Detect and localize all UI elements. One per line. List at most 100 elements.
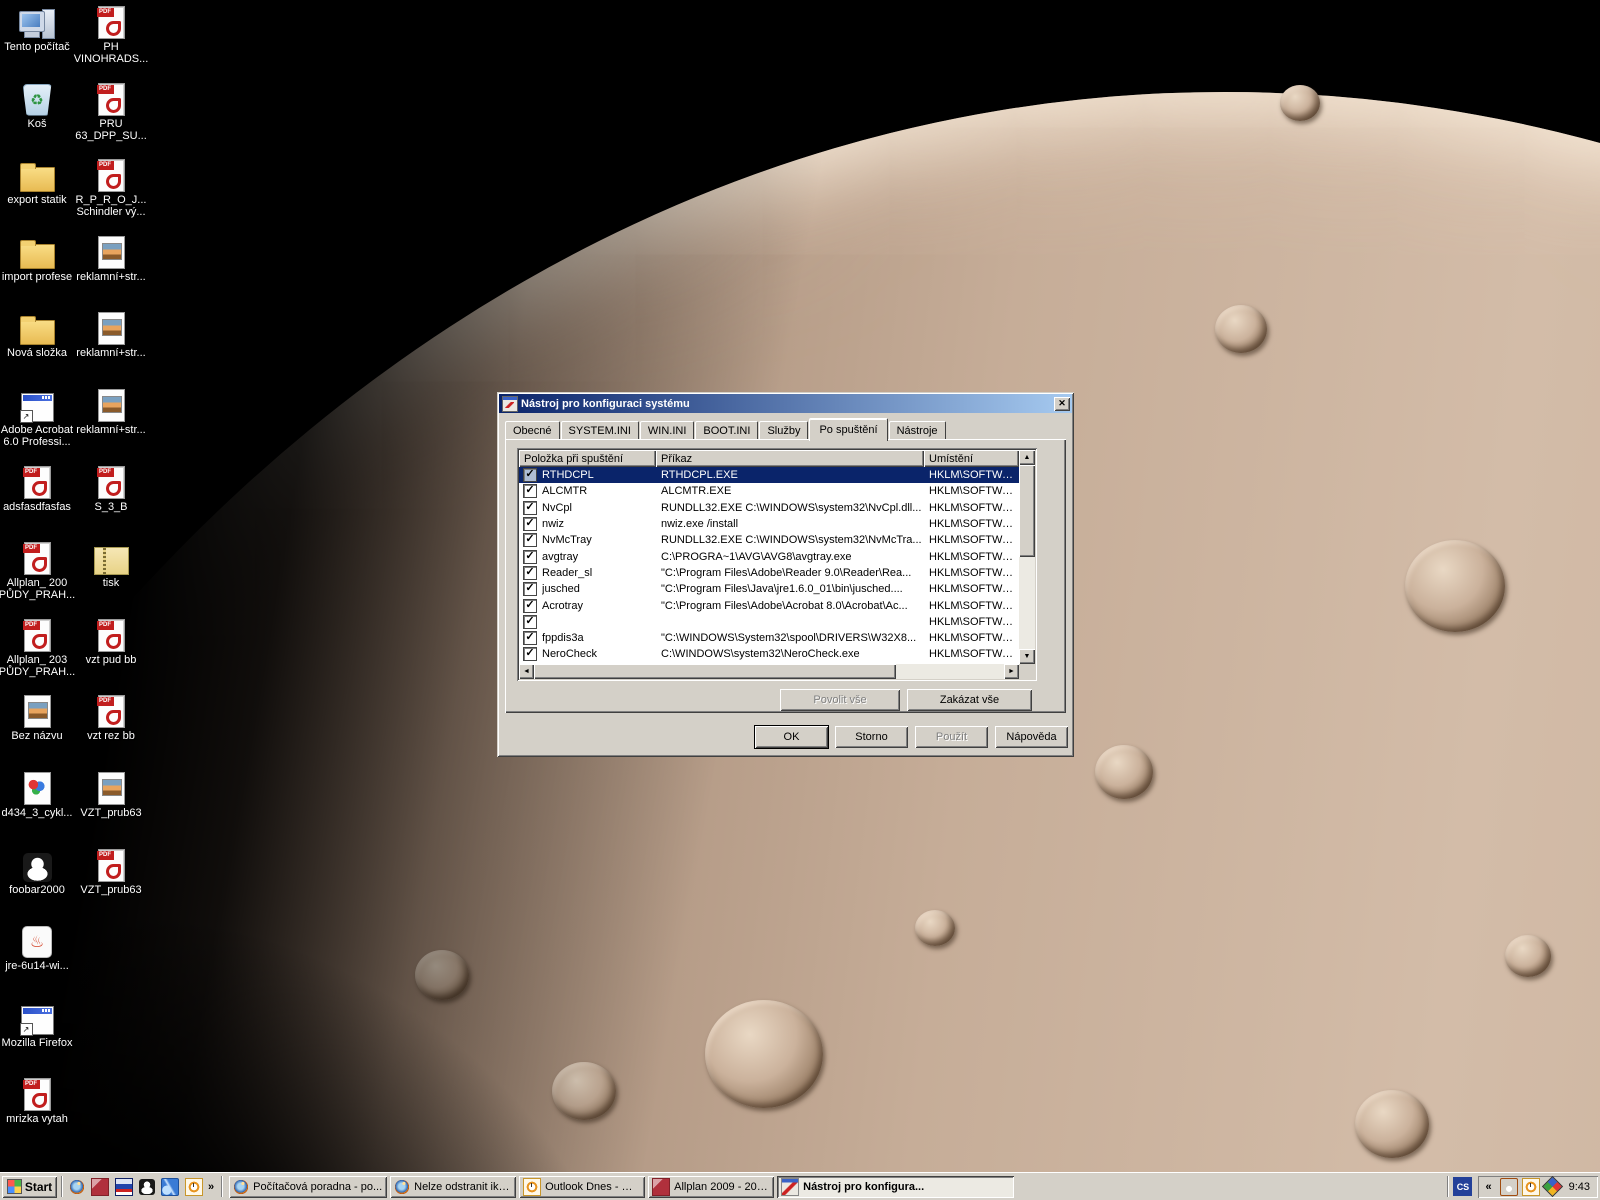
desktop-icon[interactable]: reklamní+str... bbox=[74, 309, 148, 381]
tab-Nástroje[interactable]: Nástroje bbox=[888, 421, 946, 440]
horizontal-scroll-thumb[interactable] bbox=[534, 664, 896, 679]
outlook-icon[interactable] bbox=[185, 1177, 203, 1196]
desktop-icon[interactable]: ↗ Mozilla Firefox bbox=[0, 999, 74, 1071]
desktop-icon[interactable]: export statik bbox=[0, 156, 74, 228]
desktop-icon[interactable]: Nová složka bbox=[0, 309, 74, 381]
horizontal-scroll-track[interactable] bbox=[896, 664, 1004, 679]
desktop-icon[interactable]: PDF PH VINOHRADS... bbox=[74, 3, 148, 75]
language-indicator[interactable]: CS bbox=[1453, 1177, 1473, 1196]
blueapp-icon[interactable] bbox=[161, 1177, 179, 1196]
table-row[interactable]: ✓ Reader_sl "C:\Program Files\Adobe\Reader… bbox=[519, 565, 1019, 581]
close-button[interactable]: ✕ bbox=[1054, 396, 1070, 411]
tab-WIN.INI[interactable]: WIN.INI bbox=[639, 421, 695, 440]
desktop-icon[interactable]: reklamní+str... bbox=[74, 386, 148, 458]
checkbox-icon[interactable]: ✓ bbox=[523, 565, 537, 580]
disable-all-button[interactable]: Zakázat vše bbox=[907, 689, 1032, 711]
help-button[interactable]: Nápověda bbox=[995, 726, 1068, 748]
java-tray-icon[interactable] bbox=[1499, 1177, 1518, 1196]
desktop-icon[interactable]: PDF S_3_B bbox=[74, 463, 148, 535]
checkbox-icon[interactable]: ✓ bbox=[523, 484, 537, 499]
table-row[interactable]: ✓ jusched "C:\Program Files\Java\jre1.6.0_… bbox=[519, 581, 1019, 597]
horizontal-scrollbar[interactable]: ◄ ► bbox=[519, 664, 1019, 679]
checkbox-icon[interactable]: ✓ bbox=[523, 631, 537, 646]
desktop-icon[interactable]: ♻ Koš bbox=[0, 80, 74, 152]
desktop-icon[interactable]: foobar2000 bbox=[0, 846, 74, 918]
desktop-icon[interactable]: ♨ jre-6u14-wi... bbox=[0, 922, 74, 994]
desktop-icon[interactable]: VZT_prub63 bbox=[74, 769, 148, 841]
apply-button[interactable]: Použít bbox=[915, 726, 988, 748]
table-row[interactable]: ✓ Acrotray "C:\Program Files\Adobe\Acrobat… bbox=[519, 597, 1019, 613]
task-button[interactable]: Nástroj pro konfigura... bbox=[777, 1175, 1015, 1198]
table-row[interactable]: ✓ avgtray C:\PROGRA~1\AVG\AVG8\avgtray.exe… bbox=[519, 548, 1019, 564]
taskbar-clock[interactable]: 9:43 bbox=[1569, 1181, 1590, 1193]
column-header-item[interactable]: Položka při spuštění bbox=[519, 450, 656, 467]
vertical-scrollbar[interactable]: ▲ ▼ bbox=[1019, 450, 1035, 664]
totalcmd-icon[interactable] bbox=[115, 1177, 133, 1196]
tab-SYSTEM.INI[interactable]: SYSTEM.INI bbox=[560, 421, 639, 440]
checkbox-icon[interactable]: ✓ bbox=[523, 500, 537, 515]
task-button[interactable]: Allplan 2009 - 2010_BRE... bbox=[648, 1175, 775, 1198]
vertical-scroll-thumb[interactable] bbox=[1019, 465, 1035, 557]
allplan-icon[interactable] bbox=[91, 1177, 109, 1196]
checkbox-icon[interactable]: ✓ bbox=[523, 468, 537, 483]
desktop-icon[interactable]: PDF vzt pud bb bbox=[74, 616, 148, 688]
scroll-right-icon[interactable]: ► bbox=[1004, 664, 1019, 679]
table-row[interactable]: ✓ nwiz nwiz.exe /install HKLM\SOFTWARE\Micr… bbox=[519, 516, 1019, 532]
firefox-icon[interactable] bbox=[69, 1178, 85, 1195]
tab-Obecné[interactable]: Obecné bbox=[505, 421, 560, 440]
task-button[interactable]: Outlook Dnes - Microsoft... bbox=[519, 1175, 646, 1198]
table-row[interactable]: ✓ NvCpl RUNDLL32.EXE C:\WINDOWS\system32\N… bbox=[519, 500, 1019, 516]
column-header-command[interactable]: Příkaz bbox=[656, 450, 924, 467]
desktop-icon[interactable]: PDF adsfasdfasfas bbox=[0, 463, 74, 535]
table-row[interactable]: ✓ fppdis3a "C:\WINDOWS\System32\spool\DRIV… bbox=[519, 630, 1019, 646]
desktop-icon[interactable]: PDF VZT_prub63 bbox=[74, 846, 148, 918]
scroll-up-icon[interactable]: ▲ bbox=[1019, 450, 1035, 465]
desktop-icon[interactable]: PDF mrizka vytah bbox=[0, 1075, 74, 1147]
checkbox-icon[interactable]: ✓ bbox=[523, 533, 537, 548]
desktop-icon[interactable]: PDF R_P_R_O_J... Schindler vý... bbox=[74, 156, 148, 228]
outlook-tray-icon[interactable] bbox=[1521, 1177, 1540, 1196]
desktop-icon[interactable]: ↗ Adobe Acrobat 6.0 Professi... bbox=[0, 386, 74, 458]
desktop-icon[interactable]: PDF vzt rez bb bbox=[74, 692, 148, 764]
checkbox-icon[interactable]: ✓ bbox=[523, 598, 537, 613]
task-button[interactable]: Počítačová poradna - po... bbox=[229, 1175, 388, 1198]
dialog-titlebar[interactable]: Nástroj pro konfiguraci systému ✕ bbox=[499, 394, 1072, 413]
table-row[interactable]: ✓ HKLM\SOFTWARE\Micro bbox=[519, 614, 1019, 630]
table-row[interactable]: ✓ NeroCheck C:\WINDOWS\system32\NeroCheck.… bbox=[519, 646, 1019, 662]
checkbox-icon[interactable]: ✓ bbox=[523, 582, 537, 597]
tab-Po spuštění[interactable]: Po spuštění bbox=[809, 418, 888, 441]
avg-tray-icon[interactable] bbox=[1544, 1178, 1560, 1194]
desktop-icon[interactable]: Tento počítač bbox=[0, 3, 74, 75]
scroll-down-icon[interactable]: ▼ bbox=[1019, 649, 1035, 664]
checkbox-icon[interactable]: ✓ bbox=[523, 614, 537, 629]
column-header-location[interactable]: Umístění bbox=[924, 450, 1019, 467]
checkbox-icon[interactable]: ✓ bbox=[523, 517, 537, 532]
table-row[interactable]: ✓ ALCMTR ALCMTR.EXE HKLM\SOFTWARE\Micro bbox=[519, 483, 1019, 499]
start-button[interactable]: Start bbox=[2, 1175, 57, 1198]
cell-location: HKLM\SOFTWARE\Micro bbox=[929, 583, 1019, 596]
desktop-icon[interactable]: import profese bbox=[0, 233, 74, 305]
desktop-icon[interactable]: PDF Allplan_ 200 PŮDY_PRAH... bbox=[0, 539, 75, 611]
quick-launch-overflow-icon[interactable]: » bbox=[205, 1181, 217, 1193]
table-row[interactable]: ✓ RTHDCPL RTHDCPL.EXE HKLM\SOFTWARE\Micro bbox=[519, 467, 1019, 484]
foobar-icon[interactable] bbox=[139, 1178, 155, 1195]
task-button[interactable]: Nelze odstranit ikony z pl... bbox=[390, 1175, 517, 1198]
desktop-icon[interactable]: PDF Allplan_ 203 PŮDY_PRAH... bbox=[0, 616, 75, 688]
ok-button[interactable]: OK bbox=[755, 726, 828, 748]
table-row[interactable]: ✓ NvMcTray RUNDLL32.EXE C:\WINDOWS\system3… bbox=[519, 532, 1019, 548]
tray-collapse-icon[interactable]: « bbox=[1482, 1181, 1494, 1193]
checkbox-icon[interactable]: ✓ bbox=[523, 549, 537, 564]
cell-command: C:\PROGRA~1\AVG\AVG8\avgtray.exe bbox=[661, 550, 852, 563]
scroll-left-icon[interactable]: ◄ bbox=[519, 664, 534, 679]
desktop-icon[interactable]: d434_3_cykl... bbox=[0, 769, 74, 841]
enable-all-button[interactable]: Povolit vše bbox=[780, 689, 900, 711]
tab-BOOT.INI[interactable]: BOOT.INI bbox=[695, 421, 759, 440]
desktop-icon[interactable]: tisk bbox=[74, 539, 148, 611]
cancel-button[interactable]: Storno bbox=[835, 726, 908, 748]
desktop-icon[interactable]: reklamní+str... bbox=[74, 233, 148, 305]
desktop-icon[interactable]: PDF PRU 63_DPP_SU... bbox=[74, 80, 148, 152]
checkbox-icon[interactable]: ✓ bbox=[523, 647, 537, 662]
desktop-icon[interactable]: Bez názvu bbox=[0, 692, 74, 764]
vertical-scroll-track[interactable] bbox=[1019, 557, 1035, 649]
tab-Služby[interactable]: Služby bbox=[759, 421, 809, 440]
